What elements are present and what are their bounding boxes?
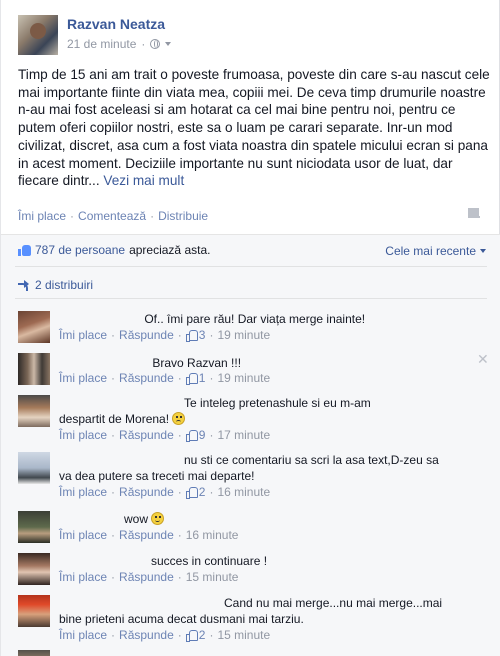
comment-like-link[interactable]: Îmi place: [59, 485, 107, 499]
post-time[interactable]: 21 de minute: [67, 37, 136, 51]
comment-like-link[interactable]: Îmi place: [59, 428, 107, 442]
comment-actions: Îmi place · Răspunde · 3 · 19 minute: [59, 328, 271, 342]
comment-reply-link[interactable]: Răspunde: [119, 528, 174, 542]
like-icon: [185, 630, 198, 642]
comment-like-count[interactable]: 2: [185, 628, 205, 642]
commenter-avatar[interactable]: [18, 353, 50, 385]
comment-time[interactable]: 16 minute: [186, 528, 239, 542]
likes-summary: 787 de persoane apreciază asta.: [18, 243, 210, 257]
likes-count-link[interactable]: 787 de persoane: [35, 243, 125, 257]
likes-suffix: apreciază asta.: [129, 243, 211, 257]
comment-reply-link[interactable]: Răspunde: [119, 628, 174, 642]
comment-like-count[interactable]: 1: [185, 371, 205, 385]
comment-like-count[interactable]: 3: [185, 328, 205, 342]
comment-text: wow: [124, 512, 149, 526]
comment-actions: Îmi place · Răspunde · 9 · 17 minute: [59, 428, 271, 442]
commenter-avatar[interactable]: [18, 553, 50, 585]
comment-actions: Îmi place · Răspunde · 1 · 19 minute: [59, 371, 271, 385]
divider: [15, 266, 487, 267]
comment-time[interactable]: 19 minute: [217, 328, 270, 342]
comment-like-link[interactable]: Îmi place: [59, 328, 107, 342]
like-icon: [185, 430, 198, 442]
comment-time[interactable]: 16 minute: [217, 485, 270, 499]
comment-text: Of.. îmi pare rău! Dar viața merge inain…: [144, 312, 366, 326]
like-icon: [185, 373, 198, 385]
post-text: Timp de 15 ani am trait o poveste frumoa…: [18, 67, 490, 189]
comment-reply-link[interactable]: Răspunde: [119, 371, 174, 385]
sort-dropdown[interactable]: Cele mai recente: [385, 244, 486, 258]
commenter-avatar[interactable]: [18, 650, 50, 656]
share-link[interactable]: Distribuie: [158, 209, 208, 223]
post-meta: 21 de minute ·: [67, 37, 172, 51]
facebook-post: Razvan Neatza 21 de minute · Timp de 15 …: [0, 0, 500, 656]
sort-label: Cele mai recente: [385, 244, 476, 258]
comment-time[interactable]: 15 minute: [186, 570, 239, 584]
comment-reply-link[interactable]: Răspunde: [119, 570, 174, 584]
commenter-avatar[interactable]: [18, 511, 50, 543]
close-icon[interactable]: ✕: [477, 352, 489, 366]
see-more-link[interactable]: Vezi mai mult: [103, 173, 184, 188]
commenter-avatar[interactable]: [18, 595, 50, 627]
globe-icon[interactable]: [150, 39, 161, 49]
like-icon: [185, 330, 198, 342]
comment-like-count[interactable]: 2: [185, 485, 205, 499]
chevron-down-icon: [480, 249, 486, 253]
comment-like-link[interactable]: Îmi place: [59, 570, 107, 584]
comment-like-link[interactable]: Îmi place: [59, 528, 107, 542]
divider: [15, 298, 487, 299]
comment-reply-link[interactable]: Răspunde: [119, 428, 174, 442]
like-icon: [18, 244, 31, 256]
like-link[interactable]: Îmi place: [18, 209, 66, 223]
sad-emoji-icon: [172, 412, 186, 425]
comment-time[interactable]: 15 minute: [217, 628, 270, 642]
comment-actions: Îmi place · Răspunde · 2 · 15 minute: [59, 628, 271, 642]
smile-emoji-icon: [151, 512, 165, 525]
share-arrow-icon: [18, 280, 30, 291]
comment-like-count[interactable]: 9: [185, 428, 205, 442]
comment-actions: Îmi place · Răspunde · 15 minute: [59, 570, 239, 584]
comment-reply-link[interactable]: Răspunde: [119, 328, 174, 342]
comment-actions: Îmi place · Răspunde · 2 · 16 minute: [59, 485, 271, 499]
comment-time[interactable]: 17 minute: [217, 428, 270, 442]
flag-icon[interactable]: [467, 208, 481, 221]
like-icon: [185, 487, 198, 499]
comment-actions: Îmi place · Răspunde · 16 minute: [59, 528, 239, 542]
author-name[interactable]: Razvan Neatza: [67, 16, 165, 32]
commenter-avatar[interactable]: [18, 452, 50, 484]
comment-time[interactable]: 19 minute: [217, 371, 270, 385]
shares-count: 2 distribuiri: [35, 278, 94, 292]
commenter-avatar[interactable]: [18, 395, 50, 427]
comment-reply-link[interactable]: Răspunde: [119, 485, 174, 499]
comment-text: succes in continuare !: [151, 554, 268, 568]
comment-like-link[interactable]: Îmi place: [59, 628, 107, 642]
chevron-down-icon[interactable]: [165, 42, 172, 46]
author-avatar[interactable]: [18, 15, 58, 55]
comment-text: Bravo Razvan !!!: [152, 356, 242, 370]
shares-link[interactable]: 2 distribuiri: [18, 278, 93, 292]
comment-like-link[interactable]: Îmi place: [59, 371, 107, 385]
comment-link[interactable]: Comentează: [78, 209, 146, 223]
post-actions: Îmi place · Comentează · Distribuie: [18, 209, 209, 223]
commenter-avatar[interactable]: [18, 311, 50, 343]
